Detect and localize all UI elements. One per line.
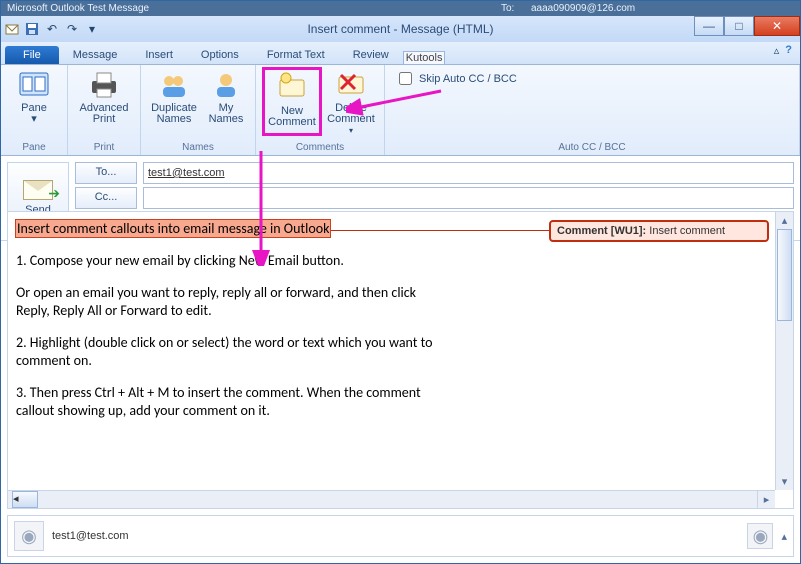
vscroll-thumb[interactable]: [777, 229, 792, 321]
tab-formattext[interactable]: Format Text: [253, 46, 339, 64]
cc-button[interactable]: Cc...: [75, 187, 137, 209]
tab-message[interactable]: Message: [59, 46, 132, 64]
group-label-print: Print: [74, 141, 134, 155]
body-para-3[interactable]: 2. Highlight (double click on or select)…: [16, 334, 436, 370]
duplicate-names-icon: [158, 69, 190, 101]
comment-text[interactable]: Insert comment: [649, 225, 725, 237]
contact-address: test1@test.com: [52, 530, 129, 542]
horizontal-scrollbar[interactable]: ◂ ▸: [8, 490, 775, 508]
vertical-scrollbar[interactable]: ▴ ▾: [775, 212, 793, 490]
skip-autocc-label: Skip Auto CC / BCC: [419, 73, 517, 85]
maximize-button[interactable]: □: [724, 16, 754, 36]
close-button[interactable]: ✕: [754, 16, 800, 36]
envelope-icon: ➔: [23, 180, 53, 200]
tab-kutools[interactable]: Kutools: [403, 51, 446, 64]
avatar-icon: ◉: [14, 521, 44, 551]
delete-comment-label: Delete Comment: [327, 103, 375, 125]
body-para-1[interactable]: 1. Compose your new email by clicking Ne…: [16, 252, 436, 270]
body-para-2[interactable]: Or open an email you want to reply, repl…: [16, 284, 436, 320]
new-comment-label: New Comment: [268, 106, 316, 128]
window-title: Insert comment - Message (HTML): [1, 22, 800, 36]
delete-comment-button[interactable]: Delete Comment▾: [324, 67, 378, 136]
group-label-pane: Pane: [7, 141, 61, 155]
new-comment-icon: [276, 72, 308, 104]
duplicate-names-button[interactable]: Duplicate Names: [147, 67, 201, 125]
advanced-print-label: Advanced Print: [80, 103, 129, 125]
minimize-button[interactable]: —: [694, 16, 724, 36]
highlighted-text[interactable]: Insert comment callouts into email messa…: [16, 220, 330, 237]
scroll-down-icon[interactable]: ▾: [776, 473, 793, 490]
minimize-ribbon-icon[interactable]: ▵: [774, 44, 780, 57]
people-pane: ◉ test1@test.com ◉ ▴: [7, 515, 794, 557]
advanced-print-button[interactable]: Advanced Print: [74, 67, 134, 125]
background-to-value: aaaa090909@126.com: [531, 3, 635, 14]
ribbon-tabs: File Message Insert Options Format Text …: [1, 42, 800, 65]
ribbon: Pane▾ Pane Advanced Print Print Duplicat…: [1, 65, 800, 156]
skip-autocc-checkbox[interactable]: [399, 72, 412, 85]
group-label-comments: Comments: [262, 141, 378, 155]
pane-icon: [18, 69, 50, 101]
my-names-button[interactable]: My Names: [203, 67, 249, 125]
body-para-4[interactable]: 3. Then press Ctrl + Alt + M to insert t…: [16, 384, 436, 420]
tab-file[interactable]: File: [5, 46, 59, 64]
new-comment-button[interactable]: New Comment: [262, 67, 322, 136]
cc-field[interactable]: [143, 187, 794, 209]
comment-label: Comment [WU1]:: [557, 225, 649, 237]
editor-viewport[interactable]: Insert comment callouts into email messa…: [8, 212, 775, 490]
printer-icon: [88, 69, 120, 101]
my-names-label: My Names: [209, 103, 244, 125]
background-to-label: To:: [501, 3, 514, 14]
group-label-names: Names: [147, 141, 249, 155]
hscroll-thumb[interactable]: ◂: [12, 491, 38, 508]
people-pane-toggle-icon[interactable]: ▴: [781, 530, 787, 543]
duplicate-names-label: Duplicate Names: [151, 103, 197, 125]
tab-insert[interactable]: Insert: [131, 46, 187, 64]
scroll-up-icon[interactable]: ▴: [776, 212, 793, 229]
avatar-mini-icon: ◉: [747, 523, 773, 549]
message-body-area: Insert comment callouts into email messa…: [7, 211, 794, 509]
to-button[interactable]: To...: [75, 162, 137, 184]
background-window-title: Microsoft Outlook Test Message: [7, 3, 149, 14]
to-field[interactable]: test1@test.com: [143, 162, 794, 184]
pane-button[interactable]: Pane▾: [7, 67, 61, 125]
tab-review[interactable]: Review: [339, 46, 403, 64]
group-label-autocc: Auto CC / BCC: [391, 141, 793, 155]
scroll-right-icon[interactable]: ▸: [757, 491, 775, 508]
titlebar: ↶ ↷ ▾ Insert comment - Message (HTML) — …: [1, 16, 800, 42]
my-names-icon: [210, 69, 242, 101]
tab-options[interactable]: Options: [187, 46, 253, 64]
help-icon[interactable]: ?: [785, 44, 792, 57]
comment-balloon[interactable]: Comment [WU1]: Insert comment: [549, 220, 769, 242]
delete-comment-icon: [335, 69, 367, 101]
message-body[interactable]: Insert comment callouts into email messa…: [16, 220, 436, 434]
